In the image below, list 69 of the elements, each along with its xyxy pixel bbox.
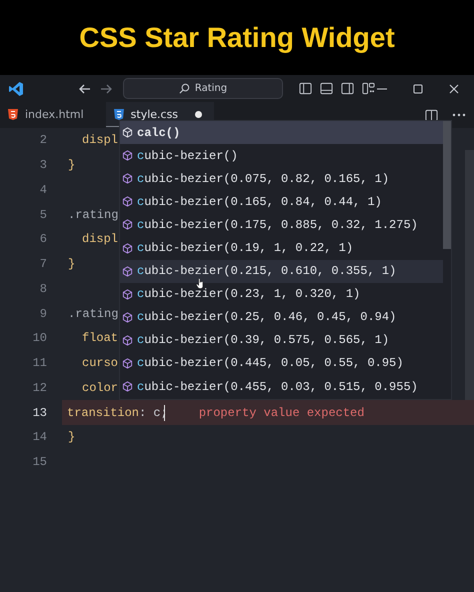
code-text: color (82, 380, 118, 395)
more-icon[interactable] (452, 113, 466, 117)
suggestion-item[interactable]: cubic-bezier() (120, 144, 443, 168)
cube-icon (122, 381, 133, 392)
scrollbar-thumb[interactable] (443, 121, 451, 249)
line-number: 10 (32, 331, 47, 346)
cube-icon (122, 266, 133, 277)
suggestion-item[interactable]: cubic-bezier(0.215, 0.610, 0.355, 1) (120, 260, 443, 283)
suggestion-item[interactable]: cubic-bezier(0.25, 0.46, 0.45, 0.94) (120, 306, 443, 329)
code-text: } (68, 158, 76, 172)
app-logo-icon[interactable] (8, 80, 24, 96)
sidebar-layout-icon[interactable] (299, 82, 312, 95)
cube-icon (122, 242, 133, 254)
suggestion-item[interactable]: cubic-bezier(0.175, 0.885, 0.32, 1.275) (120, 213, 443, 236)
suggestion-item[interactable]: cubic-bezier(0.455, 0.03, 0.515, 0.955) (120, 375, 443, 398)
line-number: 11 (32, 356, 47, 370)
split-editor-icon[interactable] (425, 108, 438, 122)
forward-arrow-icon[interactable] (99, 82, 113, 96)
suggestion-item[interactable]: calc() (120, 121, 443, 144)
code-text: displ (82, 133, 118, 148)
line-number: 5 (38, 208, 47, 222)
code-text: } (68, 430, 76, 444)
suggestion-item[interactable]: cubic-bezier(0.39, 0.575, 0.565, 1) (120, 328, 443, 352)
error-message: property value expected (198, 406, 364, 420)
cube-icon (122, 127, 133, 138)
line-number: 12 (32, 380, 47, 395)
suggestion-item[interactable]: cubic-bezier(0.19, 1, 0.22, 1) (120, 236, 443, 260)
line-number: 7 (38, 257, 47, 272)
panel-layout-icon[interactable] (320, 82, 333, 95)
search-field[interactable]: Rating (123, 78, 283, 99)
video-title: CSS Star Rating Widget (79, 22, 395, 54)
code-text: .rating (68, 306, 118, 321)
search-icon (178, 83, 190, 94)
html-file-icon (8, 109, 18, 120)
secondary-sidebar-icon[interactable] (341, 82, 354, 95)
cube-icon (122, 196, 133, 208)
editor-scrollbar[interactable] (465, 150, 474, 400)
close-icon[interactable] (448, 82, 460, 94)
line-number: 6 (38, 232, 47, 246)
line-number: 8 (38, 282, 47, 296)
line-number: 13 (32, 406, 47, 420)
css-file-icon (114, 109, 124, 120)
cube-icon (122, 219, 133, 230)
line-number: 2 (38, 133, 47, 148)
cube-icon (122, 334, 133, 346)
code-text: } (68, 257, 76, 272)
cube-icon (122, 173, 133, 184)
back-arrow-icon[interactable] (78, 82, 92, 96)
line-number: 14 (32, 430, 47, 444)
line-number: 15 (32, 455, 47, 470)
maximize-icon[interactable] (412, 82, 424, 94)
suggestion-item[interactable]: cubic-bezier(0.445, 0.05, 0.55, 0.95) (120, 352, 443, 376)
code-text: float (82, 331, 118, 346)
editor-tab[interactable]: index.html (0, 102, 96, 128)
line-number: 3 (38, 158, 47, 172)
cube-icon (122, 312, 133, 323)
code-text: displ (82, 232, 118, 246)
hand-cursor-icon (196, 278, 205, 289)
line-number: 9 (38, 306, 47, 321)
code-text: curso (82, 356, 118, 370)
suggestion-item[interactable]: cubic-bezier(0.23, 1, 0.320, 1) (120, 282, 443, 306)
line-number: 4 (38, 182, 47, 197)
suggestion-item[interactable]: cubic-bezier(0.075, 0.82, 0.165, 1) (120, 167, 443, 190)
cube-icon (122, 150, 133, 162)
cube-icon (122, 358, 133, 369)
layout-grid-icon[interactable] (362, 82, 375, 95)
code-text: .rating (68, 208, 118, 222)
suggestion-item[interactable]: cubic-bezier(0.165, 0.84, 0.44, 1) (120, 190, 443, 214)
cube-icon (122, 288, 133, 300)
